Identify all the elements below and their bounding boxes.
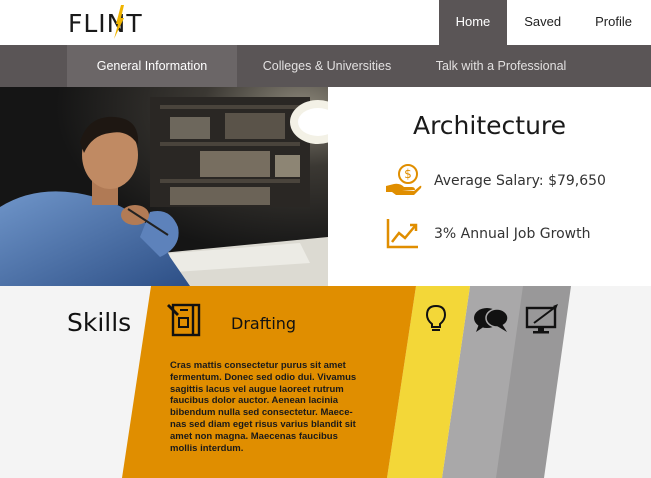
growth-stat: 3% Annual Job Growth	[384, 217, 590, 251]
tab-colleges-universities[interactable]: Colleges & Universities	[249, 45, 405, 87]
skill-title: Drafting	[231, 314, 297, 333]
hero-photo	[0, 87, 328, 286]
skills-section: Skills Drafting Cras mattis consectetur …	[0, 286, 651, 478]
career-title: Architecture	[412, 111, 567, 140]
top-nav-saved[interactable]: Saved	[507, 0, 578, 45]
drafting-icon	[167, 303, 201, 337]
tab-general-information[interactable]: General Information	[67, 45, 237, 87]
salary-text: Average Salary: $79,650	[434, 173, 606, 189]
career-summary: Architecture $ Average Salary: $79,650 3…	[328, 87, 651, 286]
top-nav: Home Saved Profile	[438, 0, 651, 45]
logo-text: FLINT	[68, 8, 143, 38]
growth-chart-icon	[384, 217, 422, 251]
svg-text:$: $	[404, 167, 412, 181]
top-bar: FLINT Home Saved Profile	[0, 0, 651, 45]
growth-text: 3% Annual Job Growth	[434, 226, 591, 242]
tab-talk-with-professional[interactable]: Talk with a Professional	[425, 45, 577, 87]
skill-description: Cras mattis consectetur purus sit amet f…	[170, 360, 357, 454]
lightbulb-icon[interactable]	[425, 304, 447, 332]
sub-nav: General Information Colleges & Universit…	[0, 45, 651, 87]
salary-icon: $	[384, 164, 422, 198]
computer-icon[interactable]	[524, 304, 560, 336]
flame-icon	[114, 5, 124, 39]
top-nav-profile[interactable]: Profile	[578, 0, 651, 45]
salary-stat: $ Average Salary: $79,650	[384, 164, 606, 198]
speech-bubbles-icon[interactable]	[473, 306, 509, 334]
flint-logo[interactable]: FLINT	[68, 5, 143, 39]
skills-heading: Skills	[67, 308, 132, 337]
top-nav-home[interactable]: Home	[438, 0, 508, 45]
